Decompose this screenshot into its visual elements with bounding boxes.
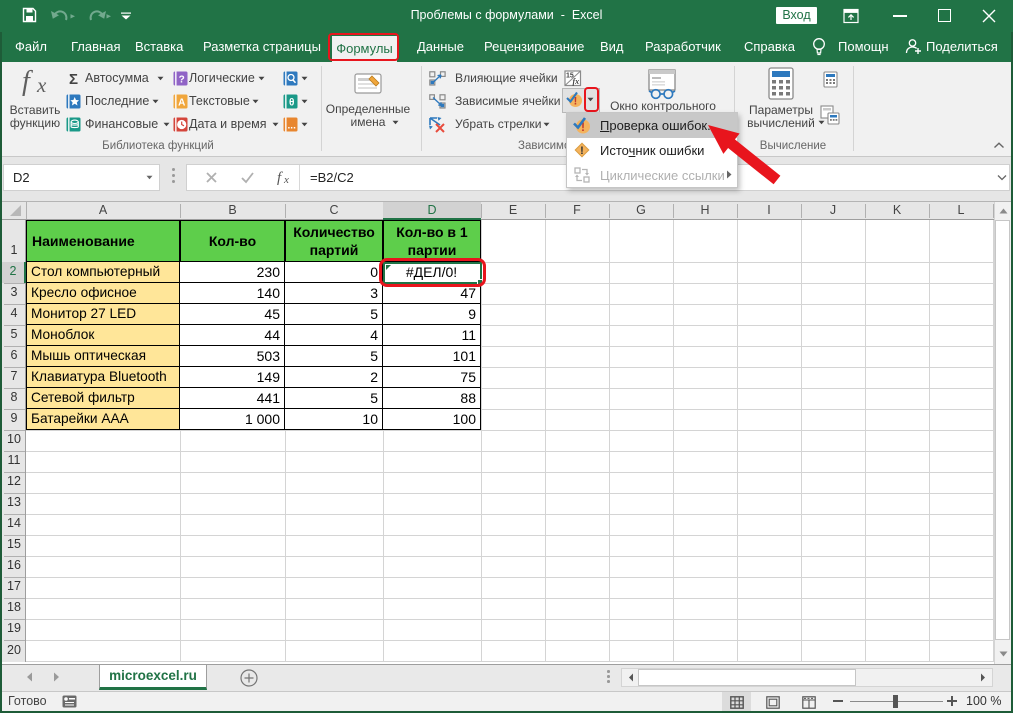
svg-text:θ: θ [289, 98, 294, 109]
svg-text:fx: fx [573, 77, 580, 86]
svg-text:?: ? [179, 75, 185, 86]
svg-text:x: x [36, 73, 47, 96]
svg-text:f: f [22, 66, 33, 96]
svg-text:Σ: Σ [69, 71, 78, 86]
svg-text:A: A [178, 98, 185, 109]
svg-text:x: x [283, 174, 289, 186]
svg-text:!: ! [580, 145, 584, 157]
svg-text:...: ... [288, 121, 297, 132]
svg-text:f: f [277, 170, 283, 186]
